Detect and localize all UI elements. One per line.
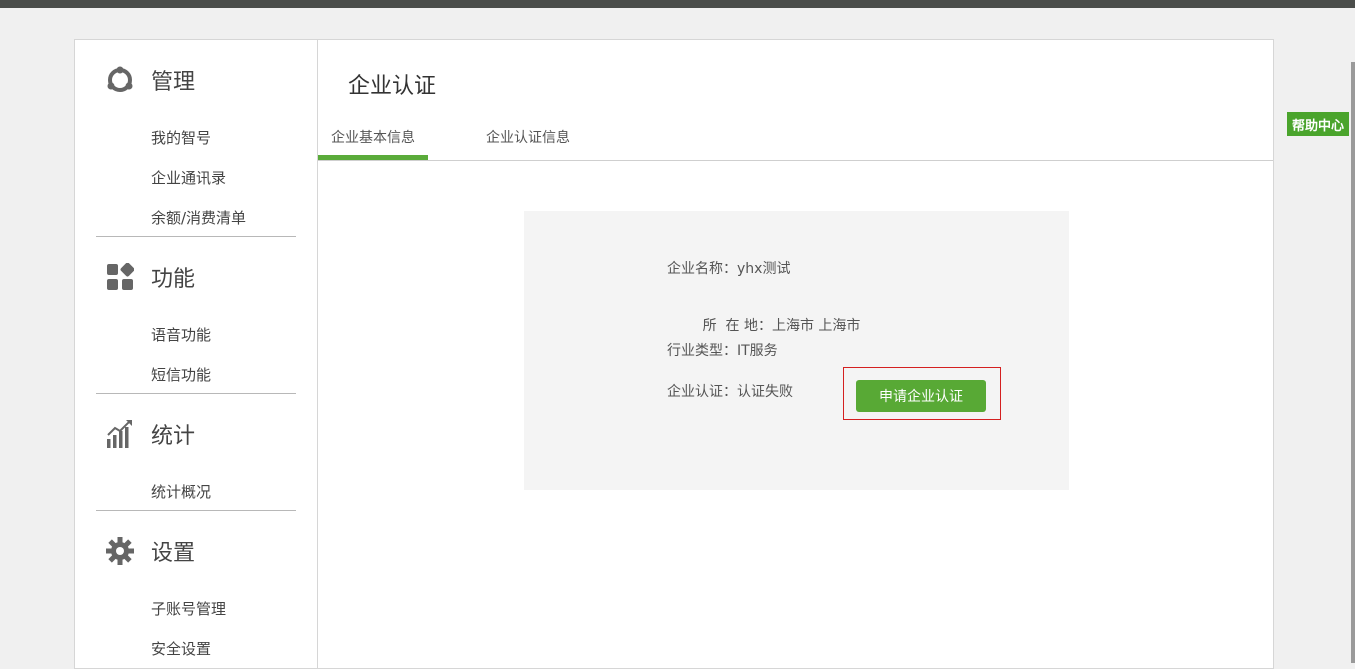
sidebar-section-title: 设置 [151,541,196,566]
tab-basic-info[interactable]: 企业基本信息 [331,127,415,147]
sidebar-section-stats: 统计 [105,418,195,450]
sidebar-item-contacts[interactable]: 企业通讯录 [151,167,226,188]
divider [96,393,296,394]
content-panel: 管理 我的智号 企业通讯录 余额/消费清单 功能 语音功能 短信功能 统计 统计… [74,39,1274,669]
industry-row: 行业类型：IT服务 [667,340,778,360]
sidebar-section-title: 管理 [151,70,196,95]
sidebar-section-title: 功能 [151,267,196,292]
tabs-divider [318,160,1273,161]
company-name-value: yhx测试 [737,261,791,277]
cert-status-label: 企业认证： [667,384,737,400]
page-title: 企业认证 [348,74,437,99]
sidebar-item-sms[interactable]: 短信功能 [151,364,211,385]
sidebar: 管理 我的智号 企业通讯录 余额/消费清单 功能 语音功能 短信功能 统计 统计… [75,40,318,668]
top-bar [0,0,1355,8]
main-content: 企业认证 企业基本信息 企业认证信息 企业名称：yhx测试 所 在 地：上海市 … [318,40,1273,668]
apps-icon [105,262,135,292]
gear-icon [105,536,135,566]
industry-value: IT服务 [737,343,778,359]
apply-certification-button[interactable]: 申请企业认证 [856,380,986,412]
sidebar-section-settings: 设置 [105,535,195,567]
sidebar-item-subaccounts[interactable]: 子账号管理 [151,598,226,619]
help-center-button[interactable]: 帮助中心 [1287,112,1349,136]
chart-icon [105,419,135,449]
location-value: 上海市 上海市 [771,318,861,334]
sidebar-section-manage: 管理 [105,64,195,96]
sidebar-item-my-account[interactable]: 我的智号 [151,127,211,148]
sidebar-section-features: 功能 [105,261,195,293]
manage-icon [105,65,135,95]
sidebar-item-overview[interactable]: 统计概况 [151,481,211,502]
company-info-box: 企业名称：yhx测试 所 在 地：上海市 上海市 行业类型：IT服务 企业认证：… [524,211,1069,490]
location-label: 所 在 地： [702,318,772,334]
company-name-label: 企业名称： [667,261,737,277]
apply-button-highlight: 申请企业认证 [843,367,1001,420]
sidebar-item-security[interactable]: 安全设置 [151,638,211,659]
tab-cert-info[interactable]: 企业认证信息 [486,127,570,147]
sidebar-item-voice[interactable]: 语音功能 [151,324,211,345]
divider [96,236,296,237]
cert-status-value: 认证失败 [737,384,793,400]
divider [96,510,296,511]
company-name-row: 企业名称：yhx测试 [667,258,790,278]
scrollbar[interactable] [1351,62,1355,663]
cert-status-row: 企业认证：认证失败 [667,381,793,401]
industry-label: 行业类型： [667,343,737,359]
sidebar-item-balance[interactable]: 余额/消费清单 [151,207,246,228]
sidebar-section-title: 统计 [151,424,196,449]
